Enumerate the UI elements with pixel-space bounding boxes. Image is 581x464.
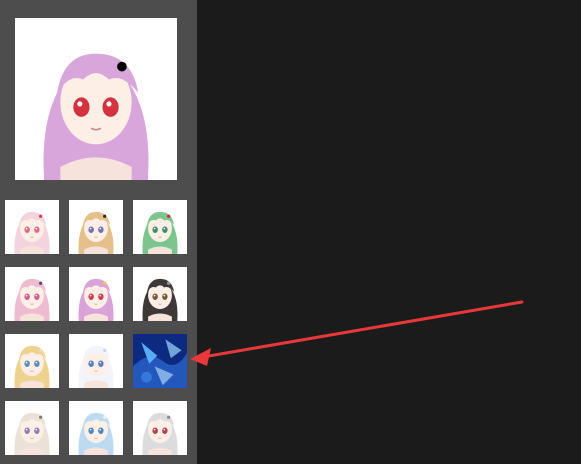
anime-portrait-thumbnail <box>133 401 187 455</box>
image-thumbnail[interactable] <box>5 334 59 388</box>
anime-portrait-thumbnail <box>5 401 59 455</box>
image-thumbnail[interactable] <box>133 334 187 388</box>
anime-portrait-image <box>15 18 177 180</box>
glitched-blue-image-thumbnail <box>133 334 187 388</box>
anime-portrait-thumbnail <box>5 334 59 388</box>
anime-portrait-thumbnail <box>69 200 123 254</box>
anime-portrait-thumbnail <box>133 200 187 254</box>
image-thumbnail[interactable] <box>5 200 59 254</box>
anime-portrait-thumbnail <box>133 267 187 321</box>
anime-portrait-thumbnail <box>69 334 123 388</box>
image-thumbnail[interactable] <box>69 401 123 455</box>
anime-portrait-thumbnail <box>69 267 123 321</box>
canvas-area <box>197 0 581 464</box>
image-thumbnail[interactable] <box>133 200 187 254</box>
selected-image-preview[interactable] <box>15 18 177 180</box>
image-thumbnail[interactable] <box>133 401 187 455</box>
image-thumbnail[interactable] <box>5 267 59 321</box>
image-gallery-sidebar <box>0 0 197 464</box>
image-thumbnail[interactable] <box>133 267 187 321</box>
app-window <box>0 0 581 464</box>
anime-portrait-thumbnail <box>69 401 123 455</box>
image-thumbnail[interactable] <box>69 334 123 388</box>
anime-portrait-thumbnail <box>5 267 59 321</box>
image-thumbnail[interactable] <box>69 200 123 254</box>
image-thumbnail[interactable] <box>5 401 59 455</box>
anime-portrait-thumbnail <box>5 200 59 254</box>
image-thumbnail[interactable] <box>69 267 123 321</box>
